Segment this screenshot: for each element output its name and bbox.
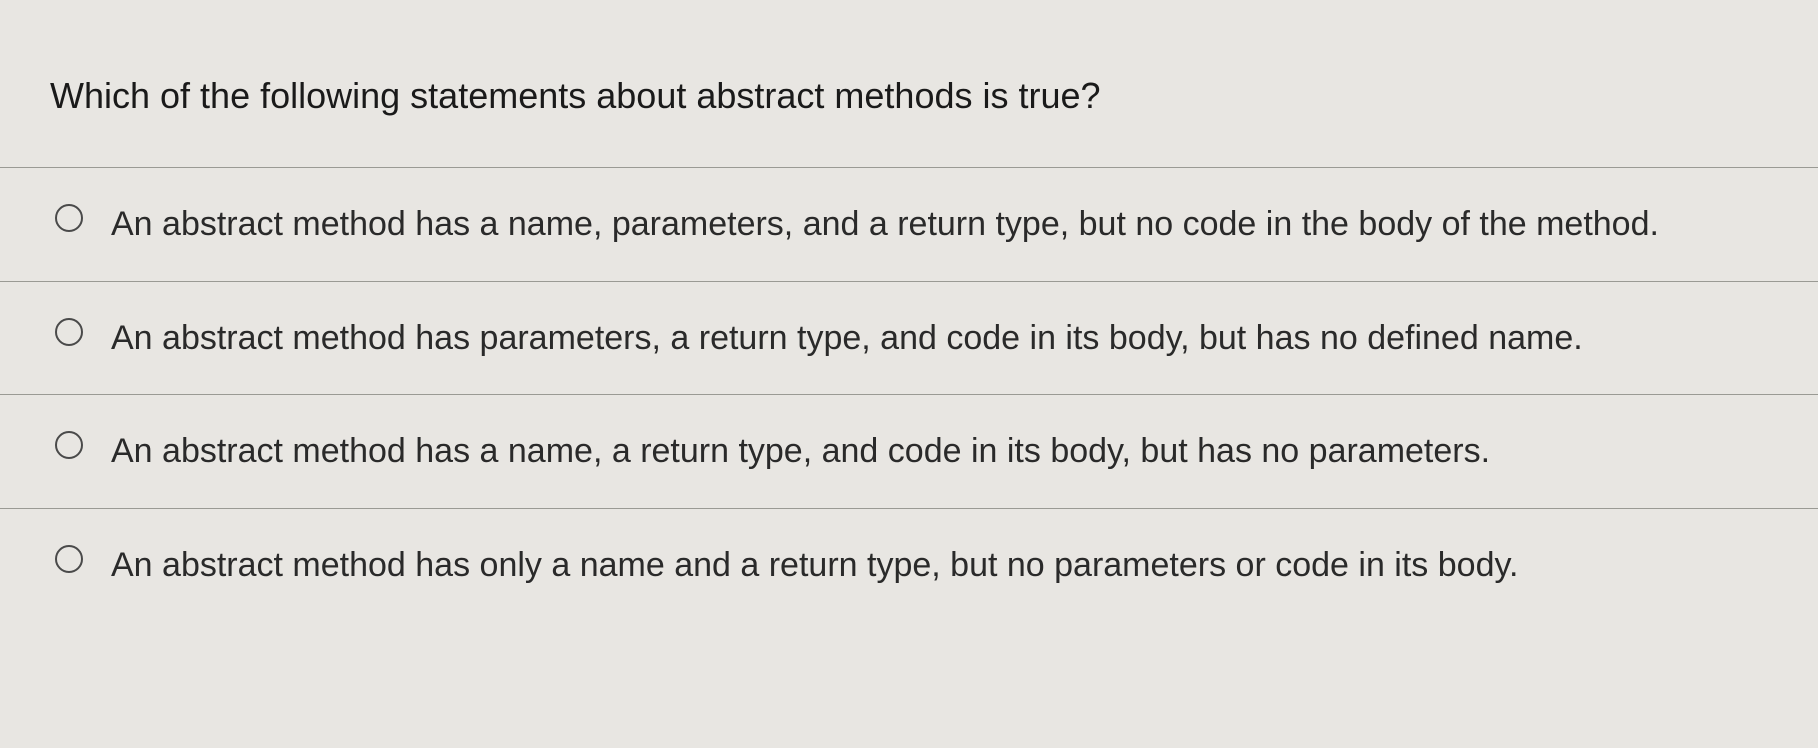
radio-icon[interactable] <box>55 318 83 346</box>
radio-icon[interactable] <box>55 545 83 573</box>
option-label: An abstract method has only a name and a… <box>111 539 1768 592</box>
radio-icon[interactable] <box>55 431 83 459</box>
option-label: An abstract method has parameters, a ret… <box>111 312 1768 365</box>
option-row-1[interactable]: An abstract method has a name, parameter… <box>0 167 1818 281</box>
radio-icon[interactable] <box>55 204 83 232</box>
option-row-3[interactable]: An abstract method has a name, a return … <box>0 394 1818 508</box>
option-row-4[interactable]: An abstract method has only a name and a… <box>0 508 1818 622</box>
question-container: Which of the following statements about … <box>0 0 1818 622</box>
option-label: An abstract method has a name, a return … <box>111 425 1768 478</box>
option-row-2[interactable]: An abstract method has parameters, a ret… <box>0 281 1818 395</box>
question-prompt: Which of the following statements about … <box>0 0 1818 167</box>
options-list: An abstract method has a name, parameter… <box>0 167 1818 622</box>
option-label: An abstract method has a name, parameter… <box>111 198 1768 251</box>
